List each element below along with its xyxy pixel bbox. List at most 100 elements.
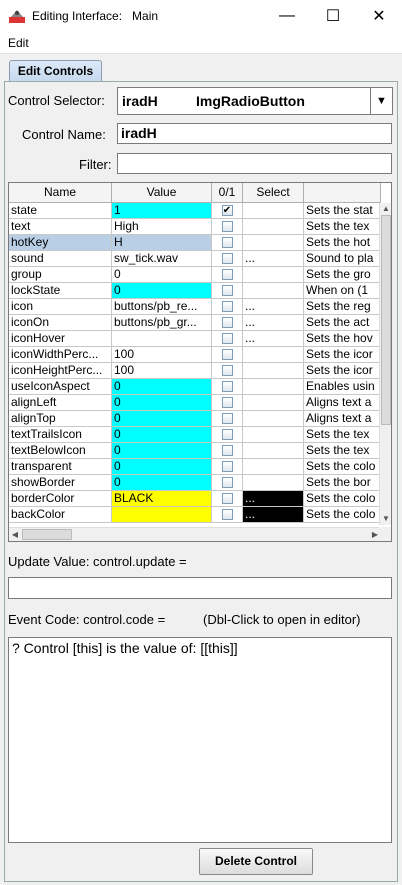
property-value-cell[interactable]: 100: [112, 363, 212, 379]
property-select-cell[interactable]: [243, 443, 304, 459]
property-value-cell[interactable]: 0: [112, 379, 212, 395]
table-row[interactable]: iconHeightPerc... 100 Sets the icor: [9, 363, 381, 379]
property-value-cell[interactable]: 0: [112, 395, 212, 411]
property-select-cell[interactable]: [243, 427, 304, 443]
toggle-checkbox[interactable]: [221, 413, 233, 424]
delete-control-button[interactable]: Delete Control: [199, 848, 313, 875]
property-name-cell[interactable]: borderColor: [9, 491, 112, 507]
property-select-cell[interactable]: [243, 267, 304, 283]
property-select-cell[interactable]: [243, 235, 304, 251]
table-row[interactable]: hotKey H Sets the hot: [9, 235, 381, 251]
table-row[interactable]: lockState 0 When on (1: [9, 283, 381, 299]
property-name-cell[interactable]: backColor: [9, 507, 112, 523]
property-value-cell[interactable]: 0: [112, 427, 212, 443]
toggle-checkbox[interactable]: [221, 221, 233, 232]
property-toggle-cell[interactable]: [212, 379, 243, 395]
toggle-checkbox[interactable]: ✔: [221, 205, 233, 216]
table-row[interactable]: textBelowIcon 0 Sets the tex: [9, 443, 381, 459]
table-row[interactable]: group 0 Sets the gro: [9, 267, 381, 283]
toggle-checkbox[interactable]: [221, 317, 233, 328]
property-name-cell[interactable]: useIconAspect: [9, 379, 112, 395]
table-row[interactable]: showBorder 0 Sets the bor: [9, 475, 381, 491]
toggle-checkbox[interactable]: [221, 429, 233, 440]
toggle-checkbox[interactable]: [221, 253, 233, 264]
table-row[interactable]: icon buttons/pb_re...... Sets the reg: [9, 299, 381, 315]
property-toggle-cell[interactable]: [212, 459, 243, 475]
table-row[interactable]: iconHover... Sets the hov: [9, 331, 381, 347]
scroll-up-icon[interactable]: ▲: [380, 203, 391, 215]
property-toggle-cell[interactable]: [212, 491, 243, 507]
property-select-cell[interactable]: ...: [243, 507, 304, 523]
tab-edit-controls[interactable]: Edit Controls: [9, 60, 102, 82]
property-name-cell[interactable]: iconHeightPerc...: [9, 363, 112, 379]
property-name-cell[interactable]: group: [9, 267, 112, 283]
property-toggle-cell[interactable]: [212, 331, 243, 347]
property-value-cell[interactable]: 100: [112, 347, 212, 363]
toggle-checkbox[interactable]: [221, 349, 233, 360]
property-name-cell[interactable]: sound: [9, 251, 112, 267]
property-value-cell[interactable]: buttons/pb_gr...: [112, 315, 212, 331]
property-name-cell[interactable]: text: [9, 219, 112, 235]
toggle-checkbox[interactable]: [221, 381, 233, 392]
property-name-cell[interactable]: textTrailsIcon: [9, 427, 112, 443]
column-header-value[interactable]: Value: [112, 183, 212, 203]
property-name-cell[interactable]: state: [9, 203, 112, 219]
property-value-cell[interactable]: 0: [112, 459, 212, 475]
property-value-cell[interactable]: buttons/pb_re...: [112, 299, 212, 315]
vertical-scrollbar[interactable]: ▲ ▼: [379, 203, 391, 525]
property-toggle-cell[interactable]: [212, 219, 243, 235]
toggle-checkbox[interactable]: [221, 509, 233, 520]
property-toggle-cell[interactable]: [212, 363, 243, 379]
toggle-checkbox[interactable]: [221, 477, 233, 488]
table-row[interactable]: useIconAspect 0 Enables usin: [9, 379, 381, 395]
horizontal-scrollbar[interactable]: ◀ ▶: [9, 527, 381, 541]
property-name-cell[interactable]: hotKey: [9, 235, 112, 251]
toggle-checkbox[interactable]: [221, 461, 233, 472]
property-select-cell[interactable]: [243, 203, 304, 219]
property-value-cell[interactable]: BLACK: [112, 491, 212, 507]
table-row[interactable]: backColor... Sets the colo: [9, 507, 381, 523]
property-toggle-cell[interactable]: [212, 315, 243, 331]
chevron-down-icon[interactable]: ▼: [370, 88, 392, 114]
property-value-cell[interactable]: sw_tick.wav: [112, 251, 212, 267]
toggle-checkbox[interactable]: [221, 445, 233, 456]
vertical-scroll-thumb[interactable]: [381, 215, 391, 425]
scroll-down-icon[interactable]: ▼: [380, 513, 391, 525]
table-row[interactable]: sound sw_tick.wav... Sound to pla: [9, 251, 381, 267]
property-value-cell[interactable]: [112, 331, 212, 347]
control-name-field[interactable]: iradH: [117, 123, 392, 144]
property-toggle-cell[interactable]: [212, 267, 243, 283]
property-name-cell[interactable]: iconOn: [9, 315, 112, 331]
toggle-checkbox[interactable]: [221, 269, 233, 280]
property-name-cell[interactable]: iconHover: [9, 331, 112, 347]
table-row[interactable]: transparent 0 Sets the colo: [9, 459, 381, 475]
property-value-cell[interactable]: 0: [112, 411, 212, 427]
toggle-checkbox[interactable]: [221, 301, 233, 312]
table-row[interactable]: alignTop 0 Aligns text a: [9, 411, 381, 427]
property-select-cell[interactable]: [243, 411, 304, 427]
table-row[interactable]: iconWidthPerc... 100 Sets the icor: [9, 347, 381, 363]
table-row[interactable]: textTrailsIcon 0 Sets the tex: [9, 427, 381, 443]
property-select-cell[interactable]: [243, 347, 304, 363]
property-value-cell[interactable]: 0: [112, 283, 212, 299]
table-row[interactable]: borderColor BLACK... Sets the colo: [9, 491, 381, 507]
property-select-cell[interactable]: [243, 363, 304, 379]
property-select-cell[interactable]: ...: [243, 299, 304, 315]
property-value-cell[interactable]: 0: [112, 475, 212, 491]
property-value-cell[interactable]: H: [112, 235, 212, 251]
property-value-cell[interactable]: 0: [112, 267, 212, 283]
update-value-input[interactable]: [8, 577, 392, 599]
property-name-cell[interactable]: textBelowIcon: [9, 443, 112, 459]
property-value-cell[interactable]: 1: [112, 203, 212, 219]
toggle-checkbox[interactable]: [221, 493, 233, 504]
horizontal-scroll-thumb[interactable]: [22, 529, 72, 540]
property-toggle-cell[interactable]: [212, 507, 243, 523]
table-row[interactable]: text High Sets the tex: [9, 219, 381, 235]
property-name-cell[interactable]: icon: [9, 299, 112, 315]
scroll-left-icon[interactable]: ◀: [9, 528, 21, 541]
table-row[interactable]: state 1 ✔ Sets the stat: [9, 203, 381, 219]
property-toggle-cell[interactable]: [212, 411, 243, 427]
property-select-cell[interactable]: [243, 283, 304, 299]
toggle-checkbox[interactable]: [221, 397, 233, 408]
close-icon[interactable]: ✕: [356, 0, 402, 32]
